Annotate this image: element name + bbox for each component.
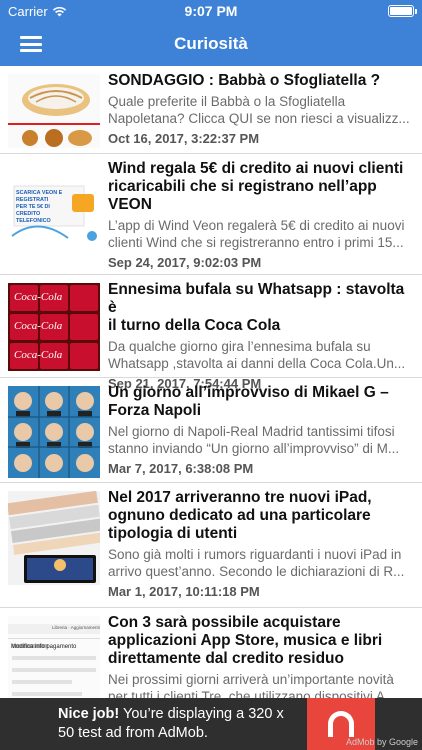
article-title-line: ricaricabili che si registrano nell’app <box>108 178 377 195</box>
article-excerpt: L’app di Wind Veon regalerà 5€ di credit… <box>108 217 414 251</box>
article-title-line: Con 3 sarà possibile acquistare <box>108 614 341 631</box>
status-bar: Carrier 9:07 PM <box>0 0 422 22</box>
coca-cola-thumbnail-label: Coca-Cola <box>14 349 63 361</box>
article-excerpt-line: Nel giorno di Napoli-Real Madrid tantiss… <box>108 424 395 439</box>
article-thumbnail-collage <box>8 386 100 478</box>
article-excerpt-line: Nei prossimi giorni arriverà un’importan… <box>108 672 394 687</box>
article-thumbnail-pastry <box>8 74 100 148</box>
status-time: 9:07 PM <box>184 3 238 19</box>
article-row[interactable]: Nel 2017 arriveranno tre nuovi iPad, ogn… <box>0 483 422 608</box>
article-excerpt-line: Quale preferite il Babbà o la Sfogliatel… <box>108 94 346 109</box>
app-store-thumbnail-heading: Modifica info pagamento <box>11 644 77 650</box>
coca-cola-thumbnail-label: Coca-Cola <box>14 320 63 332</box>
article-title: Con 3 sarà possibile acquistare applicaz… <box>108 614 414 668</box>
admob-badge: AdMob by Google <box>345 737 418 747</box>
article-title: Un giorno all’improvviso di Mikael G – F… <box>108 384 414 420</box>
article-excerpt-line: per tutti i clienti Tre, che utilizzano … <box>108 689 397 698</box>
wind-thumbnail-caption-line: TELEFONICO <box>16 218 51 224</box>
article-date: Mar 7, 2017, 6:38:08 PM <box>108 461 254 476</box>
article-excerpt-line: stanno inviando “Un giorno all’improvvis… <box>108 441 400 456</box>
article-thumbnail-ipad <box>8 491 100 585</box>
article-title-line: ognuno dedicato ad una particolare <box>108 507 371 524</box>
article-title: Nel 2017 arriveranno tre nuovi iPad, ogn… <box>108 489 414 543</box>
wind-thumbnail-caption: SCARICA VEON E REGISTRATI PER TE 5€ DI C… <box>16 190 70 225</box>
admob-logo-icon <box>328 711 354 737</box>
article-thumbnail-app-store: Libreria · Aggiornamenti Modifica info p… <box>8 616 100 698</box>
article-title-line: Wind regala 5€ di credito ai nuovi clien… <box>108 160 404 177</box>
article-excerpt: Sono già molti i rumors riguardanti i nu… <box>108 546 414 580</box>
article-row[interactable]: Coca-Cola Coca-Cola Coca-Cola Ennesima b… <box>0 275 422 391</box>
article-text: Wind regala 5€ di credito ai nuovi clien… <box>108 160 414 270</box>
article-row[interactable]: Un giorno all’improvviso di Mikael G – F… <box>0 378 422 483</box>
header: Carrier 9:07 PM Curiosità <box>0 0 422 66</box>
article-title-line: Forza Napoli <box>108 402 202 419</box>
coca-cola-thumbnail-label: Coca-Cola <box>14 291 63 303</box>
article-excerpt-line: Whatsapp ,stavolta ai danni della Coca C… <box>108 356 406 371</box>
article-title-line: Ennesima bufala su Whatsapp : stavolta è <box>108 281 405 316</box>
article-excerpt-line: Sono già molti i rumors riguardanti i nu… <box>108 547 402 562</box>
article-title-line: direttamente dal credito residuo <box>108 650 344 667</box>
article-thumbnail-coca-cola: Coca-Cola Coca-Cola Coca-Cola <box>8 283 100 371</box>
article-title-line: tipologia di utenti <box>108 525 238 542</box>
article-text: Ennesima bufala su Whatsapp : stavolta è… <box>108 281 414 391</box>
article-excerpt: Nel giorno di Napoli-Real Madrid tantiss… <box>108 423 414 457</box>
article-title-line: SONDAGGIO : Babbà o Sfogliatella ? <box>108 72 381 89</box>
article-date: Oct 16, 2017, 3:22:37 PM <box>108 131 260 146</box>
article-title: SONDAGGIO : Babbà o Sfogliatella ? <box>108 72 414 90</box>
article-excerpt: Quale preferite il Babbà o la Sfogliatel… <box>108 93 414 127</box>
article-title-line: applicazioni App Store, musica e libri <box>108 632 383 649</box>
article-title-line: Un giorno all’improvviso di Mikael G – <box>108 384 389 401</box>
article-title-line: il turno della Coca Cola <box>108 317 281 334</box>
article-date: Mar 1, 2017, 10:11:18 PM <box>108 584 260 599</box>
article-title-line: VEON <box>108 196 152 213</box>
article-title: Wind regala 5€ di credito ai nuovi clien… <box>108 160 414 214</box>
article-text: Un giorno all’improvviso di Mikael G – F… <box>108 384 414 476</box>
article-excerpt: Nei prossimi giorni arriverà un’importan… <box>108 671 414 698</box>
ad-banner[interactable]: Nice job! You’re displaying a 320 x 50 t… <box>0 698 422 750</box>
article-excerpt-line: Da qualche giorno gira l’ennesima bufala… <box>108 339 371 354</box>
wind-thumbnail-caption-line: SCARICA VEON E REGISTRATI <box>16 190 63 203</box>
article-row[interactable]: SCARICA VEON E REGISTRATI PER TE 5€ DI C… <box>0 154 422 275</box>
article-date: Sep 24, 2017, 9:02:03 PM <box>108 255 262 270</box>
article-excerpt-line: Napoletana? Clicca QUI se non riesci a v… <box>108 111 410 126</box>
article-excerpt-line: arrivo quest’anno. Secondo le dichiarazi… <box>108 564 405 579</box>
article-row[interactable]: Libreria · Aggiornamenti Modifica info p… <box>0 608 422 698</box>
battery-icon <box>388 5 417 17</box>
article-title: Ennesima bufala su Whatsapp : stavolta è… <box>108 281 414 335</box>
article-title-line: Nel 2017 arriveranno tre nuovi iPad, <box>108 489 372 506</box>
article-text: Con 3 sarà possibile acquistare applicaz… <box>108 614 414 698</box>
article-list[interactable]: SONDAGGIO : Babbà o Sfogliatella ? Quale… <box>0 66 422 698</box>
article-row[interactable]: SONDAGGIO : Babbà o Sfogliatella ? Quale… <box>0 66 422 154</box>
article-excerpt-line: clienti Wind che si registreranno entro … <box>108 235 404 250</box>
article-thumbnail-wind: SCARICA VEON E REGISTRATI PER TE 5€ DI C… <box>8 166 100 254</box>
ad-text: Nice job! You’re displaying a 320 x 50 t… <box>58 705 298 743</box>
article-text: Nel 2017 arriveranno tre nuovi iPad, ogn… <box>108 489 414 599</box>
article-excerpt: Da qualche giorno gira l’ennesima bufala… <box>108 338 414 372</box>
ad-headline: Nice job! <box>58 706 120 722</box>
article-excerpt-line: L’app di Wind Veon regalerà 5€ di credit… <box>108 218 405 233</box>
navigation-bar: Curiosità <box>0 22 422 66</box>
app-store-thumbnail-tabs: Libreria · Aggiornamenti <box>52 625 100 630</box>
article-text: SONDAGGIO : Babbà o Sfogliatella ? Quale… <box>108 72 414 146</box>
page-title: Curiosità <box>174 34 248 53</box>
wind-thumbnail-caption-line: PER TE 5€ DI CREDITO <box>16 204 50 217</box>
